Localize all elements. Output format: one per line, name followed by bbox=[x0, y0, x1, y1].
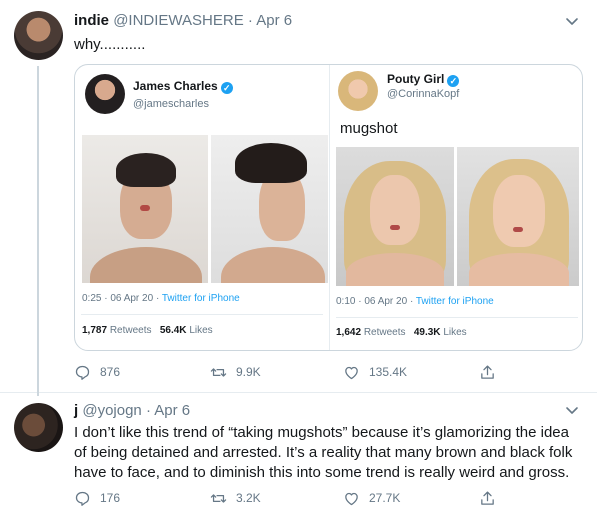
like-button[interactable]: 135.4K bbox=[343, 362, 407, 382]
share-icon bbox=[481, 364, 494, 379]
verified-badge-icon: ✓ bbox=[220, 82, 233, 94]
source-link[interactable]: Twitter for iPhone bbox=[416, 296, 494, 307]
user-handle[interactable]: @INDIEWASHERE bbox=[113, 12, 244, 29]
avatar[interactable] bbox=[14, 403, 63, 452]
tweet-header: j @yojogn · Apr 6 bbox=[74, 402, 190, 419]
quoted-text: mugshot bbox=[340, 120, 398, 137]
retweet-count: 1,787 bbox=[82, 325, 108, 336]
heart-icon bbox=[345, 366, 358, 379]
divider bbox=[81, 314, 323, 315]
quoted-tweet-card: Pouty Girl ✓ @CorinnaKopf mugshot 0:10 · … bbox=[330, 65, 582, 350]
divider bbox=[336, 317, 578, 318]
like-count: 135.4K bbox=[369, 365, 408, 379]
reply-icon bbox=[75, 365, 90, 380]
quoted-time: 0:25 · 06 Apr 20 · bbox=[82, 293, 162, 304]
retweet-icon bbox=[210, 367, 227, 377]
like-count: 27.7K bbox=[369, 491, 401, 505]
reply-count: 176 bbox=[100, 491, 121, 505]
tweet-actions: 876 9.9K 135.4K bbox=[74, 362, 504, 382]
quoted-name-text: James Charles bbox=[133, 79, 218, 93]
tweet-text: why........... bbox=[74, 36, 146, 53]
retweet-count: 9.9K bbox=[236, 365, 261, 379]
quoted-name-text: Pouty Girl bbox=[387, 72, 445, 86]
mugshot-photo bbox=[336, 147, 454, 286]
share-icon bbox=[481, 490, 494, 505]
quoted-tweet-card: James Charles ✓ @jamescharles 0:25 · 06 A… bbox=[75, 65, 329, 350]
mugshot-photo bbox=[82, 135, 208, 283]
chevron-down-icon[interactable] bbox=[565, 14, 579, 28]
quoted-image[interactable]: James Charles ✓ @jamescharles 0:25 · 06 A… bbox=[74, 64, 583, 351]
chevron-down-icon[interactable] bbox=[565, 403, 579, 417]
thread-line bbox=[37, 66, 39, 396]
like-count: 49.3K bbox=[413, 327, 441, 338]
quoted-display-name: Pouty Girl ✓ bbox=[387, 72, 460, 87]
tweet-header: indie @INDIEWASHERE · Apr 6 bbox=[74, 12, 292, 29]
quoted-handle: @CorinnaKopf bbox=[387, 88, 460, 100]
quoted-display-name: James Charles ✓ bbox=[133, 79, 233, 94]
quoted-stats: 1,787 Retweets 56.4K Likes bbox=[82, 325, 213, 336]
verified-badge-icon: ✓ bbox=[447, 75, 460, 87]
avatar[interactable] bbox=[14, 11, 63, 60]
like-label: Likes bbox=[443, 327, 467, 338]
separator-dot: · bbox=[145, 402, 151, 419]
quoted-time: 0:10 · 06 Apr 20 · bbox=[336, 296, 416, 307]
like-count: 56.4K bbox=[159, 325, 187, 336]
tweet-text: I don’t like this trend of “taking mugsh… bbox=[74, 424, 573, 481]
mugshot-photo bbox=[457, 147, 579, 286]
reply-count: 876 bbox=[100, 365, 121, 379]
source-link[interactable]: Twitter for iPhone bbox=[162, 293, 240, 304]
avatar bbox=[85, 74, 125, 114]
tweet-actions: 176 3.2K 27.7K bbox=[74, 488, 504, 508]
retweet-count: 1,642 bbox=[336, 327, 362, 338]
mugshot-photo bbox=[211, 135, 328, 283]
display-name[interactable]: j bbox=[74, 402, 78, 419]
tweet-date[interactable]: Apr 6 bbox=[154, 402, 190, 419]
heart-icon bbox=[345, 492, 358, 505]
reply-button[interactable]: 176 bbox=[74, 488, 120, 508]
retweet-label: Retweets bbox=[109, 325, 152, 336]
reply-button[interactable]: 876 bbox=[74, 362, 120, 382]
share-button[interactable] bbox=[479, 362, 505, 382]
tweet[interactable]: j @yojogn · Apr 6 I don’t like this tren… bbox=[0, 393, 597, 521]
quoted-stats: 1,642 Retweets 49.3K Likes bbox=[336, 327, 467, 338]
like-label: Likes bbox=[189, 325, 213, 336]
quoted-timestamp: 0:25 · 06 Apr 20 · Twitter for iPhone bbox=[82, 293, 240, 304]
reply-icon bbox=[75, 491, 90, 506]
separator-dot: · bbox=[247, 12, 253, 29]
like-button[interactable]: 27.7K bbox=[343, 488, 400, 508]
tweet-date[interactable]: Apr 6 bbox=[256, 12, 292, 29]
share-button[interactable] bbox=[479, 488, 505, 508]
retweet-button[interactable]: 3.2K bbox=[210, 488, 261, 508]
quoted-handle: @jamescharles bbox=[133, 98, 209, 110]
retweet-label: Retweets bbox=[363, 327, 406, 338]
display-name[interactable]: indie bbox=[74, 12, 109, 29]
user-handle[interactable]: @yojogn bbox=[82, 402, 141, 419]
avatar bbox=[338, 71, 378, 111]
quoted-timestamp: 0:10 · 06 Apr 20 · Twitter for iPhone bbox=[336, 296, 494, 307]
retweet-count: 3.2K bbox=[236, 491, 261, 505]
tweet[interactable]: indie @INDIEWASHERE · Apr 6 why.........… bbox=[0, 0, 597, 396]
retweet-icon bbox=[210, 493, 227, 503]
retweet-button[interactable]: 9.9K bbox=[210, 362, 261, 382]
